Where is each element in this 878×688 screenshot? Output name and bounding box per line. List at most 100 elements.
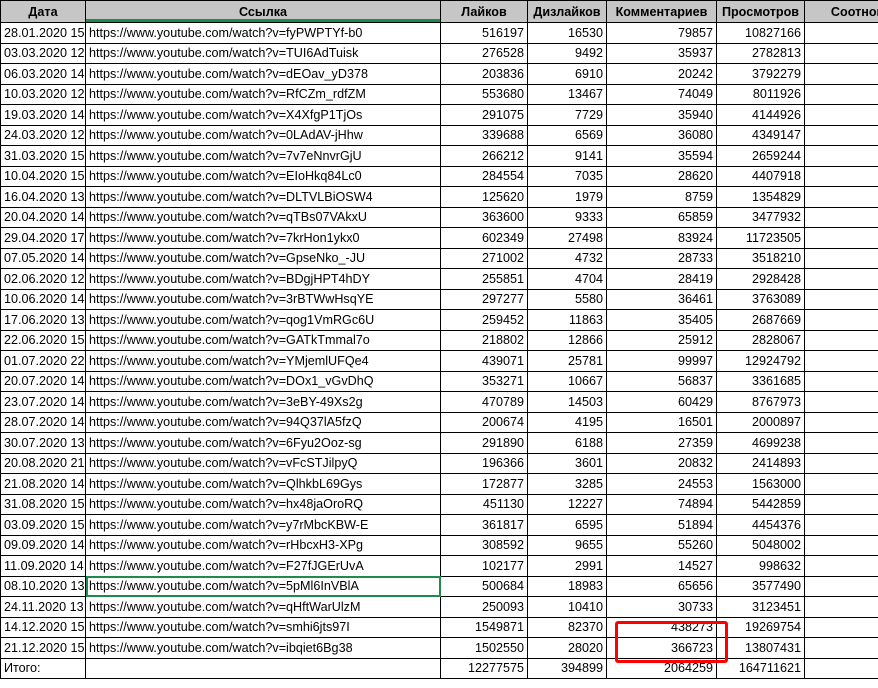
views-cell[interactable]: 4454376: [716, 514, 805, 536]
comments-cell[interactable]: 74894: [606, 493, 717, 515]
likes-cell[interactable]: 172877: [440, 473, 528, 495]
dislikes-cell[interactable]: 27498: [527, 227, 607, 249]
date-cell[interactable]: 31.08.2020 15: [0, 493, 86, 515]
ratio-cell[interactable]: 3,: [804, 350, 878, 372]
likes-cell[interactable]: 203836: [440, 63, 528, 85]
dislikes-cell[interactable]: 10667: [527, 370, 607, 392]
link-cell[interactable]: https://www.youtube.com/watch?v=7v7eNnvr…: [85, 145, 441, 167]
date-cell[interactable]: 28.07.2020 14: [0, 411, 86, 433]
link-cell[interactable]: https://www.youtube.com/watch?v=hx48jaOr…: [85, 493, 441, 515]
comments-cell[interactable]: 74049: [606, 83, 717, 105]
ratio-cell[interactable]: 7,: [804, 247, 878, 269]
likes-cell[interactable]: 255851: [440, 268, 528, 290]
comments-cell[interactable]: 24553: [606, 473, 717, 495]
dislikes-cell[interactable]: 1979: [527, 186, 607, 208]
likes-cell[interactable]: 271002: [440, 247, 528, 269]
ratio-cell[interactable]: 7,: [804, 124, 878, 146]
date-cell[interactable]: 08.10.2020 13: [0, 575, 86, 597]
comments-cell[interactable]: 36461: [606, 288, 717, 310]
views-cell[interactable]: 4144926: [716, 104, 805, 126]
column-header-comments[interactable]: Комментариев: [606, 0, 717, 23]
comments-cell[interactable]: 36080: [606, 124, 717, 146]
link-cell[interactable]: https://www.youtube.com/watch?v=7krHon1y…: [85, 227, 441, 249]
views-cell[interactable]: 2687669: [716, 309, 805, 331]
ratio-cell[interactable]: 9,: [804, 186, 878, 208]
date-cell[interactable]: 03.09.2020 15: [0, 514, 86, 536]
comments-cell[interactable]: 28620: [606, 165, 717, 187]
comments-cell[interactable]: 16501: [606, 411, 717, 433]
date-cell[interactable]: 21.12.2020 15: [0, 637, 86, 659]
likes-cell[interactable]: 516197: [440, 22, 528, 44]
likes-cell[interactable]: 218802: [440, 329, 528, 351]
total-ratio-cell[interactable]: 7,: [804, 657, 878, 679]
ratio-cell[interactable]: 8,: [804, 514, 878, 536]
column-header-ratio[interactable]: Соотноше: [804, 0, 878, 23]
ratio-cell[interactable]: 9,: [804, 309, 878, 331]
link-cell[interactable]: https://www.youtube.com/watch?v=smhi6jts…: [85, 616, 441, 638]
likes-cell[interactable]: 291075: [440, 104, 528, 126]
comments-cell[interactable]: 99997: [606, 350, 717, 372]
ratio-cell[interactable]: 10,: [804, 206, 878, 228]
ratio-cell[interactable]: 10,: [804, 411, 878, 433]
dislikes-cell[interactable]: 28020: [527, 637, 607, 659]
views-cell[interactable]: 1563000: [716, 473, 805, 495]
dislikes-cell[interactable]: 14503: [527, 391, 607, 413]
views-cell[interactable]: 2928428: [716, 268, 805, 290]
likes-cell[interactable]: 439071: [440, 350, 528, 372]
ratio-cell[interactable]: 7,: [804, 329, 878, 351]
ratio-cell[interactable]: 6,: [804, 165, 878, 187]
comments-cell[interactable]: 79857: [606, 22, 717, 44]
ratio-cell[interactable]: 10,: [804, 555, 878, 577]
date-cell[interactable]: 22.06.2020 15: [0, 329, 86, 351]
likes-cell[interactable]: 363600: [440, 206, 528, 228]
comments-cell[interactable]: 55260: [606, 534, 717, 556]
link-cell[interactable]: https://www.youtube.com/watch?v=5pMl6InV…: [85, 575, 441, 597]
likes-cell[interactable]: 200674: [440, 411, 528, 433]
comments-cell[interactable]: 51894: [606, 514, 717, 536]
date-cell[interactable]: 11.09.2020 14: [0, 555, 86, 577]
likes-cell[interactable]: 266212: [440, 145, 528, 167]
dislikes-cell[interactable]: 10410: [527, 596, 607, 618]
views-cell[interactable]: 998632: [716, 555, 805, 577]
link-cell[interactable]: https://www.youtube.com/watch?v=DOx1_vGv…: [85, 370, 441, 392]
column-header-link[interactable]: Ссылка: [85, 0, 441, 23]
dislikes-cell[interactable]: 9655: [527, 534, 607, 556]
link-cell[interactable]: https://www.youtube.com/watch?v=F27fJGEr…: [85, 555, 441, 577]
date-cell[interactable]: 19.03.2020 14: [0, 104, 86, 126]
dislikes-cell[interactable]: 5580: [527, 288, 607, 310]
comments-cell[interactable]: 25912: [606, 329, 717, 351]
views-cell[interactable]: 3792279: [716, 63, 805, 85]
date-cell[interactable]: 03.03.2020 12: [0, 42, 86, 64]
date-cell[interactable]: 31.03.2020 15: [0, 145, 86, 167]
views-cell[interactable]: 2828067: [716, 329, 805, 351]
link-cell[interactable]: https://www.youtube.com/watch?v=TUI6AdTu…: [85, 42, 441, 64]
dislikes-cell[interactable]: 6188: [527, 432, 607, 454]
views-cell[interactable]: 3477932: [716, 206, 805, 228]
comments-cell[interactable]: 20832: [606, 452, 717, 474]
comments-cell[interactable]: 35937: [606, 42, 717, 64]
link-cell[interactable]: https://www.youtube.com/watch?v=DLTVLBiO…: [85, 186, 441, 208]
ratio-cell[interactable]: 8,: [804, 452, 878, 474]
views-cell[interactable]: 12924792: [716, 350, 805, 372]
dislikes-cell[interactable]: 12866: [527, 329, 607, 351]
column-header-dislikes[interactable]: Дизлайков: [527, 0, 607, 23]
comments-cell[interactable]: 35594: [606, 145, 717, 167]
dislikes-cell[interactable]: 18983: [527, 575, 607, 597]
dislikes-cell[interactable]: 82370: [527, 616, 607, 638]
total-dislikes-cell[interactable]: 394899: [527, 657, 607, 679]
dislikes-cell[interactable]: 7729: [527, 104, 607, 126]
link-cell[interactable]: https://www.youtube.com/watch?v=ibqiet6B…: [85, 637, 441, 659]
views-cell[interactable]: 10827166: [716, 22, 805, 44]
link-cell[interactable]: https://www.youtube.com/watch?v=3rBTWwHs…: [85, 288, 441, 310]
comments-cell[interactable]: 65656: [606, 575, 717, 597]
likes-cell[interactable]: 284554: [440, 165, 528, 187]
date-cell[interactable]: 23.07.2020 14: [0, 391, 86, 413]
ratio-cell[interactable]: 8,: [804, 268, 878, 290]
ratio-cell[interactable]: 6,: [804, 432, 878, 454]
date-cell[interactable]: 10.06.2020 14: [0, 288, 86, 310]
views-cell[interactable]: 2659244: [716, 145, 805, 167]
dislikes-cell[interactable]: 12227: [527, 493, 607, 515]
dislikes-cell[interactable]: 9333: [527, 206, 607, 228]
ratio-cell[interactable]: 14,: [804, 575, 878, 597]
likes-cell[interactable]: 102177: [440, 555, 528, 577]
